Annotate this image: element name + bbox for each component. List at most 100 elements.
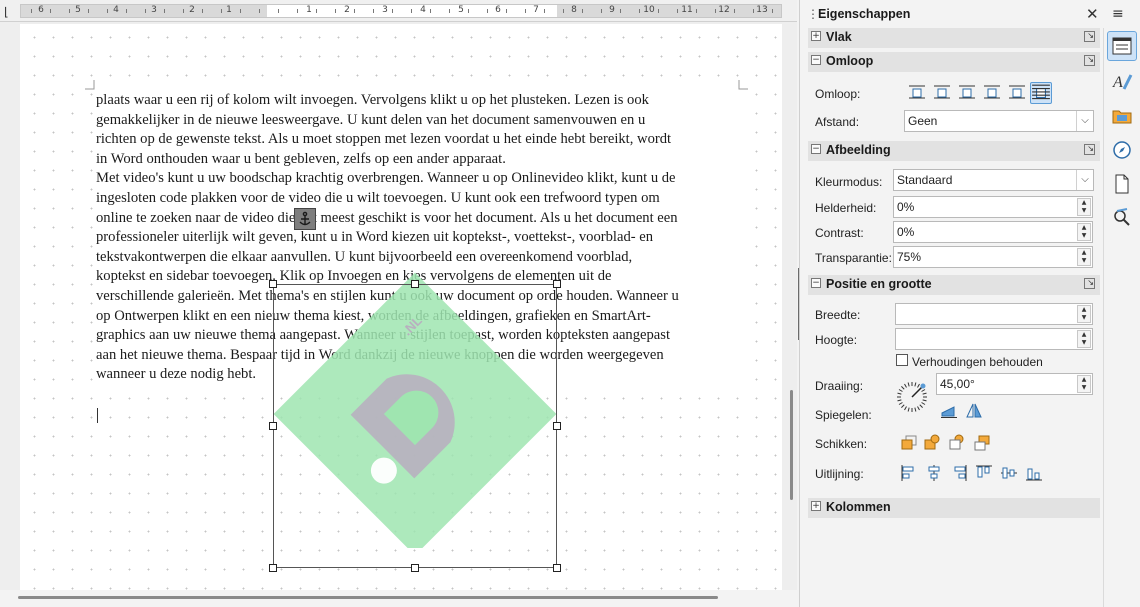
image-selection-frame[interactable] bbox=[269, 280, 561, 572]
resize-handle-top[interactable] bbox=[411, 280, 419, 288]
close-icon[interactable]: ✕ bbox=[1086, 5, 1099, 23]
spin-up-icon[interactable]: ▲ bbox=[1078, 306, 1090, 314]
tab-styles[interactable]: A bbox=[1107, 67, 1137, 97]
horizontal-ruler[interactable]: ⌊ 6 5 4 3 2 1 1 2 3 4 5 6 7 8 9 10 11 12 13 bbox=[0, 0, 797, 22]
spin-up-icon[interactable]: ▲ bbox=[1078, 199, 1090, 207]
spacing-dropdown[interactable]: Geen ⌵ bbox=[904, 110, 1094, 132]
section-vlak-header[interactable]: + Vlak ↘ bbox=[808, 28, 1100, 48]
align-middle-icon[interactable] bbox=[1000, 464, 1018, 482]
spin-up-icon[interactable]: ▲ bbox=[1078, 376, 1090, 384]
dial-tick bbox=[897, 392, 902, 395]
section-kolommen-header[interactable]: + Kolommen bbox=[808, 498, 1100, 518]
text-line[interactable]: gemakkelijker in de nieuwe leesweergave.… bbox=[96, 111, 746, 131]
tab-stop-selector-icon[interactable]: ⌊ bbox=[4, 5, 9, 19]
wrap-through-icon[interactable] bbox=[1030, 82, 1052, 104]
rotation-field[interactable]: 45,00° ▲ ▼ bbox=[936, 373, 1093, 395]
send-backward-icon[interactable] bbox=[948, 434, 966, 452]
transparency-field[interactable]: 75% ▲ ▼ bbox=[893, 246, 1093, 268]
color-mode-dropdown[interactable]: Standaard ⌵ bbox=[893, 169, 1094, 191]
align-top-icon[interactable] bbox=[975, 464, 993, 482]
sidebar-menu-icon[interactable]: ≡ bbox=[1112, 6, 1124, 22]
height-field[interactable]: ▲ ▼ bbox=[895, 328, 1093, 350]
keep-ratio-checkbox[interactable] bbox=[896, 354, 908, 366]
spin-up-icon[interactable]: ▲ bbox=[1078, 224, 1090, 232]
section-positie-header[interactable]: − Positie en grootte ↘ bbox=[808, 275, 1100, 295]
more-options-icon[interactable]: ↘ bbox=[1084, 31, 1095, 42]
text-line[interactable]: richten op de gewenste tekst. Als u moet… bbox=[96, 130, 746, 150]
spin-down-icon[interactable]: ▼ bbox=[1078, 257, 1090, 265]
more-options-icon[interactable]: ↘ bbox=[1084, 55, 1095, 66]
align-left-icon[interactable] bbox=[900, 464, 918, 482]
text-line[interactable]: plaats waar u een rij of kolom wilt invo… bbox=[96, 91, 746, 111]
horizontal-scrollbar-thumb[interactable] bbox=[18, 596, 718, 599]
chevron-down-icon[interactable]: ⌵ bbox=[1076, 170, 1093, 190]
collapse-icon[interactable]: − bbox=[811, 144, 821, 154]
spin-up-icon[interactable]: ▲ bbox=[1078, 249, 1090, 257]
collapse-icon[interactable]: − bbox=[811, 278, 821, 288]
tab-page[interactable] bbox=[1107, 169, 1137, 199]
text-line[interactable]: Met video's kunt u uw boodschap krachtig… bbox=[96, 169, 746, 189]
section-omloop-header[interactable]: − Omloop ↘ bbox=[808, 52, 1100, 72]
section-afbeelding-header[interactable]: − Afbeelding ↘ bbox=[808, 141, 1100, 161]
tab-gallery[interactable] bbox=[1107, 101, 1137, 131]
resize-handle-top-right[interactable] bbox=[553, 280, 561, 288]
anchor-icon[interactable] bbox=[294, 208, 316, 230]
flip-horizontal-icon[interactable] bbox=[965, 402, 983, 420]
wrap-off-icon[interactable] bbox=[908, 84, 926, 102]
resize-handle-top-left[interactable] bbox=[269, 280, 277, 288]
spin-down-icon[interactable]: ▼ bbox=[1078, 339, 1090, 347]
vertical-scrollbar-thumb[interactable] bbox=[790, 390, 793, 500]
wrap-right-icon[interactable] bbox=[1008, 84, 1026, 102]
tab-navigator[interactable] bbox=[1107, 135, 1137, 165]
resize-handle-bottom[interactable] bbox=[411, 564, 419, 572]
resize-handle-left[interactable] bbox=[269, 422, 277, 430]
brightness-stepper[interactable]: ▲ ▼ bbox=[1077, 198, 1091, 216]
collapse-icon[interactable]: − bbox=[811, 55, 821, 65]
tab-properties[interactable] bbox=[1107, 31, 1137, 61]
text-line[interactable]: in Word onthouden waar u bent gebleven, … bbox=[96, 150, 746, 170]
ruler-strip[interactable]: 6 5 4 3 2 1 1 2 3 4 5 6 7 8 9 10 11 12 13 bbox=[20, 4, 782, 18]
horizontal-scrollbar[interactable] bbox=[0, 590, 797, 607]
align-right-icon[interactable] bbox=[950, 464, 968, 482]
document-page[interactable]: plaats waar u een rij of kolom wilt invo… bbox=[20, 24, 782, 590]
text-line[interactable]: professioneler uiterlijk wilt geven, kun… bbox=[96, 228, 746, 248]
spin-down-icon[interactable]: ▼ bbox=[1078, 207, 1090, 215]
spin-down-icon[interactable]: ▼ bbox=[1078, 232, 1090, 240]
resize-handle-bottom-right[interactable] bbox=[553, 564, 561, 572]
more-options-icon[interactable]: ↘ bbox=[1084, 278, 1095, 289]
send-to-back-icon[interactable] bbox=[973, 434, 991, 452]
ruler-number: 9 bbox=[609, 5, 615, 15]
contrast-field[interactable]: 0% ▲ ▼ bbox=[893, 221, 1093, 243]
tab-style-inspector[interactable] bbox=[1107, 203, 1137, 233]
bring-to-front-icon[interactable] bbox=[900, 434, 918, 452]
text-line[interactable]: online te zoeken naar de video die het m… bbox=[96, 209, 746, 229]
text-line[interactable]: ingesloten code plakken voor de video di… bbox=[96, 189, 746, 209]
height-stepper[interactable]: ▲ ▼ bbox=[1077, 330, 1091, 348]
resize-handle-right[interactable] bbox=[553, 422, 561, 430]
expand-icon[interactable]: + bbox=[811, 501, 821, 511]
flip-vertical-icon[interactable] bbox=[940, 402, 958, 420]
rotation-dial-icon[interactable] bbox=[895, 380, 929, 414]
align-center-icon[interactable] bbox=[925, 464, 943, 482]
bring-forward-icon[interactable] bbox=[923, 434, 941, 452]
width-stepper[interactable]: ▲ ▼ bbox=[1077, 305, 1091, 323]
chevron-down-icon[interactable]: ⌵ bbox=[1076, 111, 1093, 131]
contrast-stepper[interactable]: ▲ ▼ bbox=[1077, 223, 1091, 241]
width-field[interactable]: ▲ ▼ bbox=[895, 303, 1093, 325]
spin-down-icon[interactable]: ▼ bbox=[1078, 314, 1090, 322]
expand-icon[interactable]: + bbox=[811, 31, 821, 41]
dial-tick bbox=[907, 407, 910, 412]
height-label: Hoogte: bbox=[815, 333, 858, 347]
rotation-stepper[interactable]: ▲ ▼ bbox=[1077, 375, 1091, 393]
resize-handle-bottom-left[interactable] bbox=[269, 564, 277, 572]
align-bottom-icon[interactable] bbox=[1025, 464, 1043, 482]
transparency-stepper[interactable]: ▲ ▼ bbox=[1077, 248, 1091, 266]
wrap-page-icon[interactable] bbox=[933, 84, 951, 102]
spin-up-icon[interactable]: ▲ bbox=[1078, 331, 1090, 339]
spin-down-icon[interactable]: ▼ bbox=[1078, 384, 1090, 392]
brightness-field[interactable]: 0% ▲ ▼ bbox=[893, 196, 1093, 218]
dial-tick bbox=[917, 406, 920, 411]
more-options-icon[interactable]: ↘ bbox=[1084, 144, 1095, 155]
wrap-left-icon[interactable] bbox=[983, 84, 1001, 102]
wrap-optimal-icon[interactable] bbox=[958, 84, 976, 102]
